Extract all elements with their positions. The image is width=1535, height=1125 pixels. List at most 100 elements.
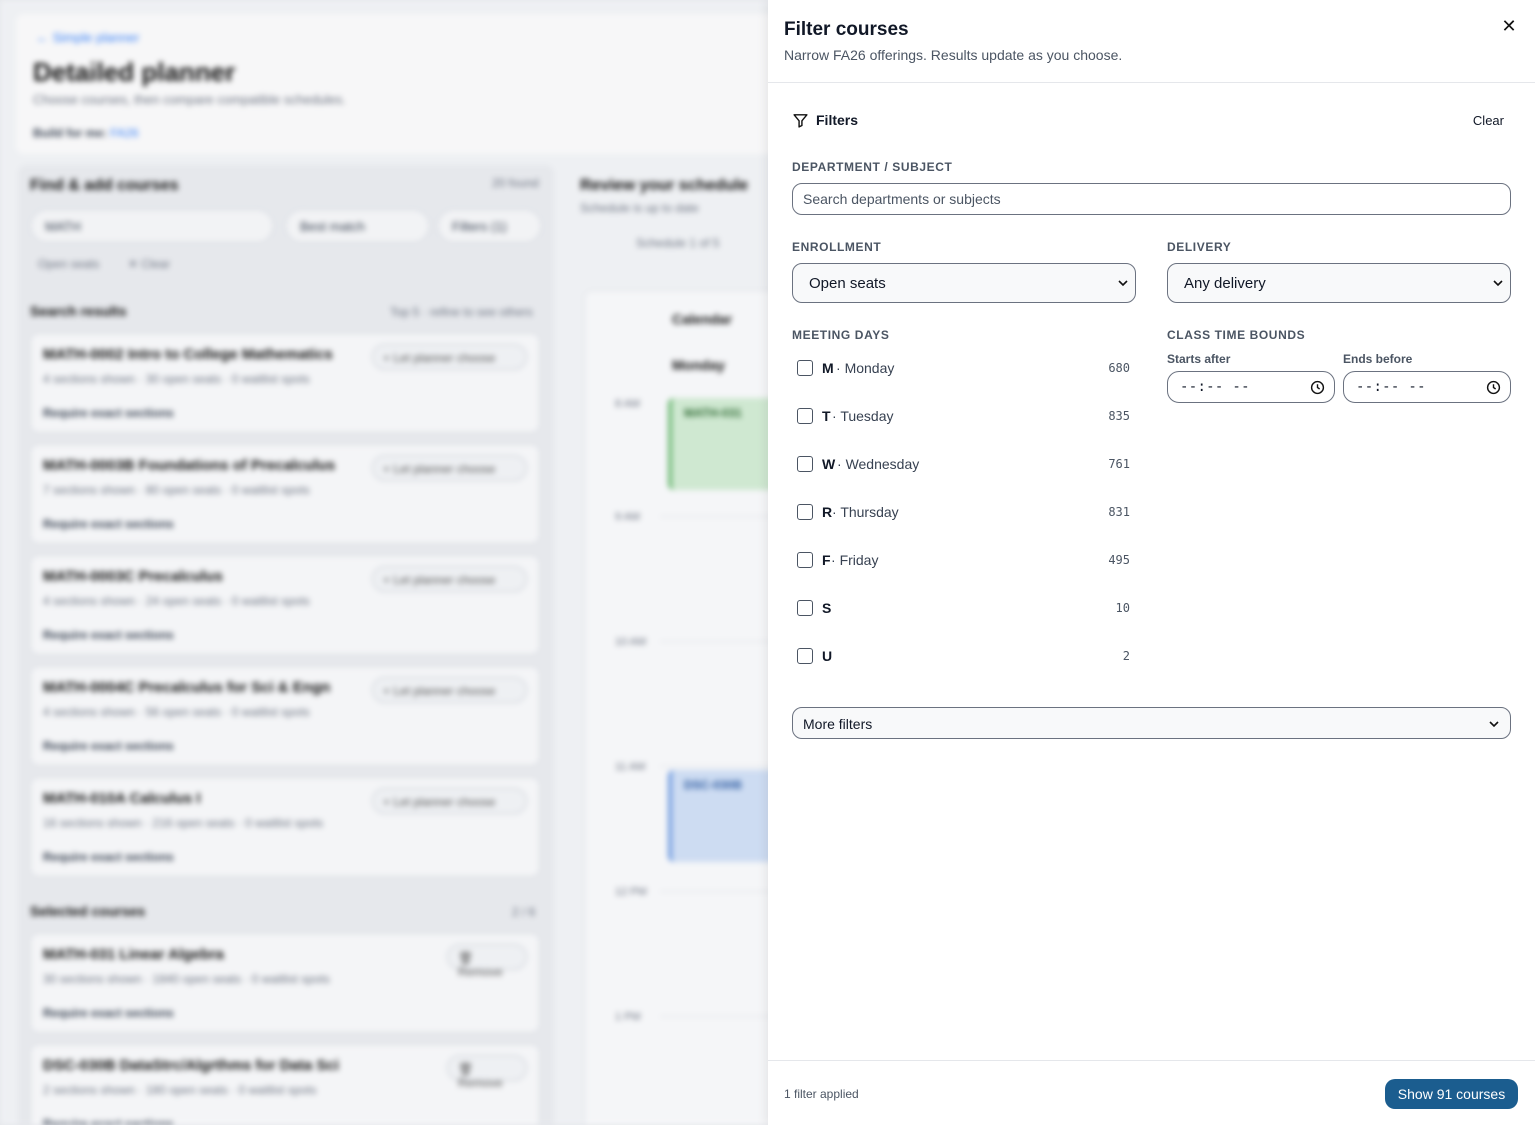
day-letter: S	[822, 600, 832, 616]
time-label: 10 AM	[615, 636, 647, 648]
clock-icon[interactable]	[1486, 380, 1501, 395]
chevron-down-icon	[1489, 721, 1499, 728]
day-letter: U	[822, 648, 833, 664]
result-card: MATH-010A Calculus I 16 sections shown · …	[30, 777, 540, 877]
day-letter: F	[822, 552, 831, 568]
day-option-sunday[interactable]: U 2	[797, 647, 1130, 667]
day-name: Wednesday	[845, 456, 920, 472]
more-filters-toggle[interactable]: More filters	[792, 707, 1511, 739]
enrollment-select[interactable]: Open seats	[792, 263, 1136, 303]
starts-after-value: --:-- --	[1180, 379, 1250, 395]
day-count: 835	[1108, 409, 1130, 423]
day-count: 495	[1108, 553, 1130, 567]
enrollment-value: Open seats	[809, 275, 886, 292]
back-link: ← Simple planner	[36, 30, 140, 45]
day-checkbox[interactable]	[797, 408, 813, 424]
department-search-input[interactable]	[792, 183, 1511, 215]
day-count: 10	[1115, 601, 1130, 615]
clock-icon[interactable]	[1310, 380, 1325, 395]
chevron-down-icon	[1493, 280, 1503, 287]
enrollment-label: ENROLLMENT	[792, 240, 882, 254]
time-label: 12 PM	[615, 886, 647, 898]
delivery-value: Any delivery	[1184, 275, 1266, 292]
selected-card: DSC-030B DataStrc/Algrthms for Data Sci 2…	[30, 1044, 540, 1125]
day-checkbox[interactable]	[797, 648, 813, 664]
result-card: MATH-0004C Precalculus for Sci & Engn 4 s…	[30, 666, 540, 766]
day-name: Tuesday	[840, 408, 894, 424]
day-checkbox[interactable]	[797, 456, 813, 472]
filter-drawer: Filter courses Narrow FA26 offerings. Re…	[768, 0, 1535, 1125]
day-count: 761	[1108, 457, 1130, 471]
chip-open-seats: Open seats	[38, 257, 100, 271]
selected-count: 2 / 6	[512, 905, 536, 919]
results-note: Top 5 · refine to see others	[390, 305, 533, 319]
ends-before-input[interactable]: --:-- --	[1343, 371, 1511, 403]
course-search-input: MATH	[30, 209, 274, 243]
sort-select: Best match	[285, 209, 430, 243]
starts-after-label: Starts after	[1167, 352, 1231, 366]
review-subtitle: Schedule is up to date	[580, 201, 699, 215]
time-label: 8 AM	[615, 398, 641, 410]
filters-button: Filters (1)	[437, 209, 542, 243]
drawer-subtitle: Narrow FA26 offerings. Results update as…	[784, 47, 1123, 63]
more-filters-label: More filters	[803, 716, 873, 732]
day-letter: R	[822, 504, 833, 520]
drawer-title: Filter courses	[784, 19, 909, 40]
page-subtitle: Choose courses, then compare compatible …	[33, 92, 346, 107]
day-name: Monday	[844, 360, 895, 376]
chip-clear: ✕ Clear	[128, 257, 171, 271]
day-name: Friday	[839, 552, 879, 568]
build-label: Build for me: FA26	[33, 126, 139, 140]
show-courses-button[interactable]: Show 91 courses	[1385, 1079, 1518, 1109]
day-option-monday[interactable]: M · Monday 680	[797, 359, 1130, 379]
day-count: 2	[1122, 649, 1130, 663]
day-checkbox[interactable]	[797, 600, 813, 616]
day-checkbox[interactable]	[797, 360, 813, 376]
department-label: DEPARTMENT / SUBJECT	[792, 160, 953, 174]
delivery-label: DELIVERY	[1167, 240, 1232, 254]
find-heading: Find & add courses	[30, 177, 179, 194]
filters-label: Filters	[816, 112, 859, 128]
time-bounds-label: CLASS TIME BOUNDS	[1167, 328, 1306, 342]
selected-heading: Selected courses	[30, 903, 146, 919]
time-label: 9 AM	[615, 511, 641, 523]
schedule-nav: Schedule 1 of 5	[636, 236, 720, 250]
time-label: 1 PM	[615, 1011, 641, 1023]
starts-after-input[interactable]: --:-- --	[1167, 371, 1335, 403]
filters-applied-text: 1 filter applied	[784, 1087, 859, 1101]
found-count: 20 found	[492, 176, 539, 190]
day-letter: T	[822, 408, 831, 424]
drawer-footer: 1 filter applied Show 91 courses	[768, 1060, 1535, 1125]
day-option-wednesday[interactable]: W · Wednesday 761	[797, 455, 1130, 475]
result-card: MATH-0003B Foundations of Precalculus 7 s…	[30, 444, 540, 544]
review-heading: Review your schedule	[580, 177, 749, 194]
chevron-down-icon	[1118, 280, 1128, 287]
day-checkbox[interactable]	[797, 504, 813, 520]
day-letter: M	[822, 360, 834, 376]
delivery-select[interactable]: Any delivery	[1167, 263, 1511, 303]
page-title: Detailed planner	[33, 57, 236, 87]
result-card: MATH-0003C Precalculus 4 sections shown ·…	[30, 555, 540, 655]
drawer-header: Filter courses Narrow FA26 offerings. Re…	[768, 0, 1535, 83]
filters-header: Filters Clear	[792, 110, 1511, 132]
day-name: Thursday	[840, 504, 899, 520]
time-label: 11 AM	[615, 761, 646, 773]
day-option-saturday[interactable]: S 10	[797, 599, 1130, 619]
result-card: MATH-0002 Intro to College Mathematics 4 …	[30, 333, 540, 433]
clear-button[interactable]: Clear	[1473, 113, 1504, 128]
day-option-friday[interactable]: F · Friday 495	[797, 551, 1130, 571]
day-count: 831	[1108, 505, 1130, 519]
day-option-tuesday[interactable]: T · Tuesday 835	[797, 407, 1130, 427]
day-letter: W	[822, 456, 836, 472]
selected-card: MATH-031 Linear Algebra 30 sections shown…	[30, 933, 540, 1033]
calendar-tab: Calendar	[672, 311, 732, 327]
ends-before-label: Ends before	[1343, 352, 1413, 366]
ends-before-value: --:-- --	[1356, 379, 1426, 395]
day-checkbox[interactable]	[797, 552, 813, 568]
meeting-days-label: MEETING DAYS	[792, 328, 890, 342]
day-option-thursday[interactable]: R · Thursday 831	[797, 503, 1130, 523]
close-icon[interactable]: ✕	[1498, 16, 1520, 38]
results-heading: Search results	[30, 303, 127, 319]
filter-icon	[793, 114, 808, 128]
day-count: 680	[1108, 361, 1130, 375]
